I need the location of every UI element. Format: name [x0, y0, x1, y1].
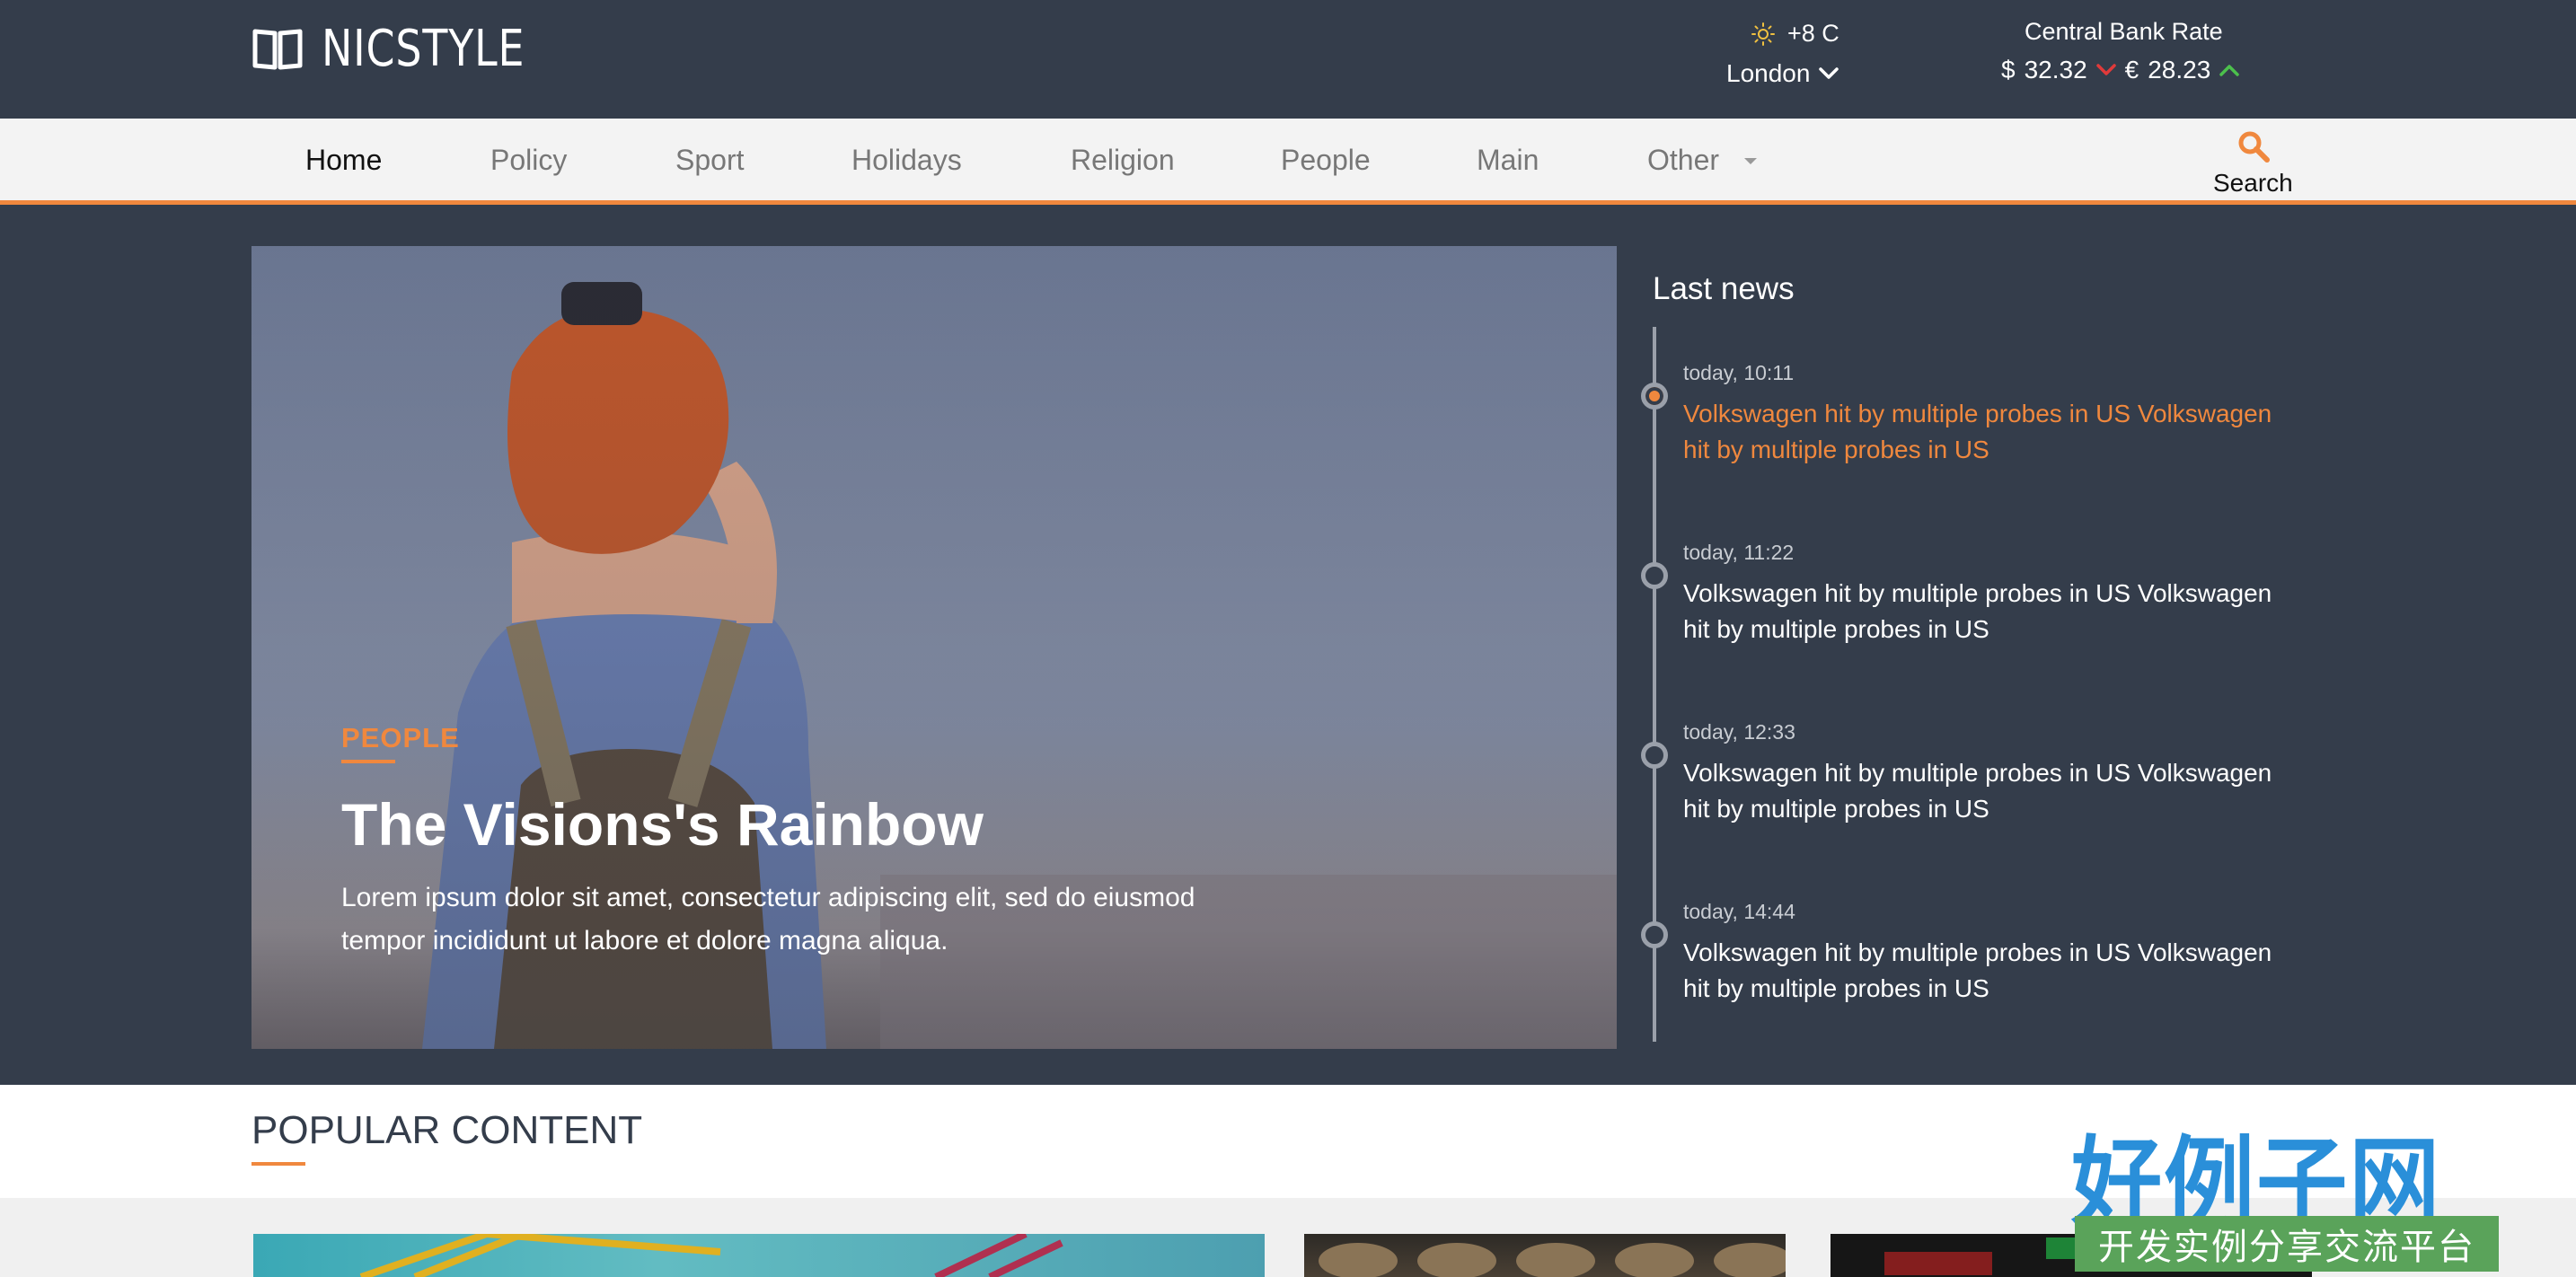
news-time: today, 12:33	[1683, 720, 1795, 744]
city-selector[interactable]: London	[1726, 59, 1839, 88]
news-item[interactable]: today, 10:11 Volkswagen hit by multiple …	[1683, 361, 2294, 468]
caret-down-icon[interactable]	[1744, 158, 1757, 164]
popular-card[interactable]	[253, 1234, 1265, 1277]
category-underline	[341, 760, 395, 763]
hero-category[interactable]: PEOPLE	[341, 722, 460, 754]
exchange-rates: Central Bank Rate $ 32.32 € 28.23	[1985, 16, 2254, 92]
nav-item-sport[interactable]: Sport	[675, 144, 744, 177]
timeline-dot-active	[1641, 383, 1668, 410]
weather-temp: +8 C	[1787, 20, 1839, 47]
sun-icon	[1751, 22, 1775, 46]
logo[interactable]: NICSTYLE	[251, 20, 569, 78]
search-label: Search	[2213, 169, 2293, 197]
card-image	[359, 1234, 1063, 1277]
news-time: today, 11:22	[1683, 541, 1795, 564]
news-item[interactable]: today, 14:44 Volkswagen hit by multiple …	[1683, 900, 2294, 1007]
arrow-up-icon	[2219, 65, 2240, 76]
weather-widget: +8 C London	[1726, 16, 1843, 92]
news-headline[interactable]: Volkswagen hit by multiple probes in US …	[1683, 755, 2294, 827]
book-icon	[252, 29, 303, 70]
logo-text: NICSTYLE	[322, 19, 525, 78]
top-header: NICSTYLE +8 C London Central Bank Rate $…	[0, 0, 2576, 119]
card-image	[1319, 1243, 1786, 1277]
timeline-dot	[1641, 562, 1668, 589]
chevron-down-icon	[1819, 67, 1839, 79]
arrow-down-icon	[2095, 64, 2116, 75]
popular-title: POPULAR CONTENT	[251, 1108, 643, 1152]
timeline-dot	[1641, 742, 1668, 769]
nav-item-holidays[interactable]: Holidays	[851, 144, 962, 177]
hero-title[interactable]: The Visions's Rainbow	[341, 790, 984, 859]
news-headline[interactable]: Volkswagen hit by multiple probes in US …	[1683, 576, 2294, 647]
search-icon	[2238, 131, 2270, 163]
news-item[interactable]: today, 12:33 Volkswagen hit by multiple …	[1683, 720, 2294, 827]
hero-excerpt: Lorem ipsum dolor sit amet, consectetur …	[341, 883, 1195, 956]
news-time: today, 14:44	[1683, 900, 1795, 923]
popular-card[interactable]	[1304, 1234, 1786, 1277]
nav-item-people[interactable]: People	[1281, 144, 1371, 177]
nav-item-home[interactable]: Home	[305, 144, 382, 177]
popular-underline	[251, 1162, 305, 1166]
hero-article[interactable]: PEOPLE The Visions's Rainbow Lorem ipsum…	[251, 246, 1617, 1049]
weather-city: London	[1726, 59, 1811, 87]
timeline-dot	[1641, 921, 1668, 948]
usd-symbol: $	[2001, 56, 2016, 84]
news-item[interactable]: today, 11:22 Volkswagen hit by multiple …	[1683, 541, 2294, 647]
news-time: today, 10:11	[1683, 361, 1795, 384]
news-headline[interactable]: Volkswagen hit by multiple probes in US …	[1683, 935, 2294, 1007]
nav-item-religion[interactable]: Religion	[1071, 144, 1175, 177]
news-headline[interactable]: Volkswagen hit by multiple probes in US …	[1683, 396, 2294, 468]
rates-title: Central Bank Rate	[2025, 18, 2223, 45]
eur-symbol: €	[2124, 56, 2139, 84]
last-news-title: Last news	[1653, 271, 1795, 306]
nav-item-other[interactable]: Other	[1647, 144, 1719, 177]
nav-item-main[interactable]: Main	[1477, 144, 1539, 177]
badge-sub-text: 开发实例分享交流平台	[2075, 1216, 2499, 1272]
nav-item-policy[interactable]: Policy	[490, 144, 567, 177]
eur-value: 28.23	[2148, 56, 2211, 84]
watermark-badge: 好例子网 开发实例分享交流平台	[2071, 1103, 2499, 1277]
usd-value: 32.32	[2024, 56, 2087, 84]
search-button[interactable]: Search	[2211, 126, 2293, 198]
